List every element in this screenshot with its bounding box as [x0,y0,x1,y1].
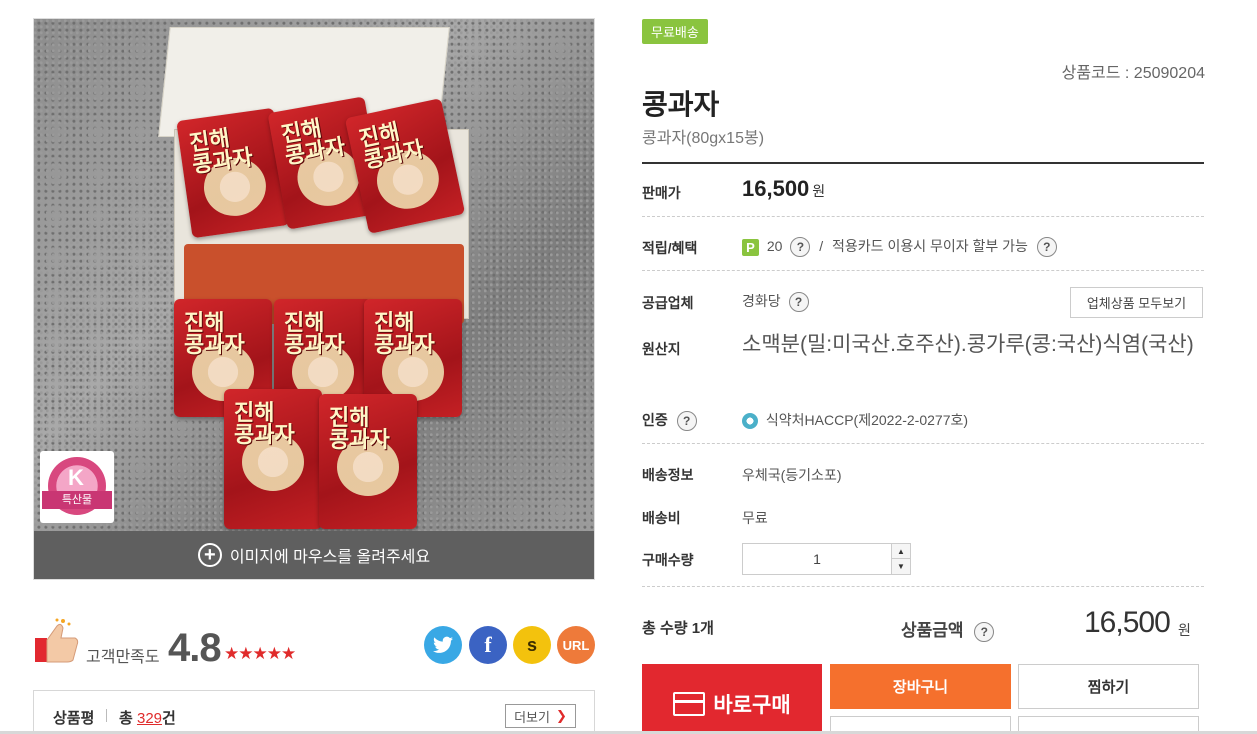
cert-value: 식약처HACCP(제2022-2-0277호) [742,410,968,430]
cert-label-text: 인증 [642,412,668,428]
review-divider [106,709,107,722]
row-divider [642,586,1204,587]
satisfaction-label: 고객만족도 [86,649,160,666]
buy-now-button[interactable]: 바로구매 [642,664,822,734]
price-label: 판매가 [642,185,681,201]
haccp-icon [742,413,758,430]
total-amount-label-text: 상품금액 [901,621,964,640]
price-value: 16,500 원 [742,176,825,202]
plus-circle-icon: + [197,543,222,567]
bag-title: 진해 콩과자 [184,311,245,358]
price-number: 16,500 [742,176,810,201]
qty-label: 구매수량 [642,552,694,568]
total-quantity: 총 수량 1개 [642,620,714,637]
hover-hint-text: 이미지에 마우스를 올려주세요 [229,549,431,566]
quantity-up-icon[interactable]: ▲ [891,544,910,559]
help-icon[interactable]: ? [788,292,809,313]
delivery-label: 배송정보 [642,467,694,483]
url-copy-button[interactable]: URL [557,626,595,664]
total-amount: 16,500 [1084,606,1171,639]
row-divider [642,216,1204,217]
product-subtitle: 콩과자(80gx15봉) [642,130,765,147]
total-currency: 원 [1178,622,1191,638]
quantity-down-icon[interactable]: ▼ [891,559,910,574]
review-total: 총 329건 [119,707,176,728]
bag-title: 진해 콩과자 [284,311,345,358]
review-title: 상품평 [53,710,95,727]
row-divider [642,443,1204,444]
bag-title: 진해 콩과자 [329,406,390,453]
review-more-button[interactable]: 더보기 ❯ [505,704,576,728]
fee-value: 무료 [742,510,768,526]
buy-now-label: 바로구매 [713,694,791,717]
bag-title: 진해 콩과자 [187,126,255,179]
help-icon[interactable]: ? [790,237,811,258]
bag-title: 진해 콩과자 [279,116,348,170]
row-divider [642,270,1204,271]
fee-label: 배송비 [642,510,681,526]
kakaostory-icon: s [526,634,537,655]
benefit-value: P 20 ? / 적용카드 이용시 무이자 할부 가능 ? [742,236,1057,258]
url-label: URL [562,637,590,653]
point-icon: P [742,238,759,256]
product-image-viewer[interactable]: 진해 콩과자 진해 콩과자 진해 콩과자 진해 콩과자 진해 콩과자 진해 콩과… [33,18,595,580]
wishlist-button[interactable]: 찜하기 [1018,664,1199,709]
product-code: 상품코드 : 25090204 [1061,65,1205,82]
photo-bag: 진해 콩과자 [224,389,322,529]
local-specialty-badge: K 특산물 [40,451,114,523]
benefit-text: 적용카드 이용시 무이자 할부 가능 [832,238,1028,254]
supplier-name: 경화당 [742,293,781,309]
supplier-label: 공급업체 [642,295,694,311]
benefit-separator: / [819,238,824,254]
facebook-icon: f [484,632,492,657]
customer-satisfaction: 고객만족도 4.8 ★★★★★ f s URL [33,610,595,670]
help-icon[interactable]: ? [676,411,697,432]
quantity-stepper[interactable]: 1 ▲ ▼ [742,543,911,575]
info-top-divider [642,162,1204,164]
cert-text: 식약처HACCP(제2022-2-0277호) [765,412,969,428]
card-icon [673,692,706,716]
satisfaction-score: 4.8 [168,626,222,670]
help-icon[interactable]: ? [1036,237,1057,258]
review-total-suffix: 건 [162,710,176,727]
review-summary: 상품평 총 329건 더보기 ❯ [33,690,595,734]
total-amount-label: 상품금액 ? [901,616,995,642]
chevron-right-icon: ❯ [555,708,567,723]
image-hover-hint-bar: + 이미지에 마우스를 올려주세요 [34,531,594,579]
twitter-share-button[interactable] [424,626,462,664]
add-to-cart-button[interactable]: 장바구니 [830,664,1011,709]
bag-title: 진해 콩과자 [357,119,427,175]
more-label: 더보기 [514,709,550,725]
delivery-value: 우체국(등기소포) [742,467,842,483]
benefit-label: 적립/혜택 [642,240,698,256]
quantity-input[interactable]: 1 [743,544,891,574]
review-total-prefix: 총 [119,710,133,727]
bag-title: 진해 콩과자 [374,311,435,358]
cert-label: 인증 ? [642,410,697,432]
price-currency: 원 [812,183,826,199]
twitter-bird-icon [433,636,453,653]
origin-label: 원산지 [642,341,681,357]
bag-title: 진해 콩과자 [234,401,295,448]
photo-bag: 진해 콩과자 [319,394,417,529]
review-count[interactable]: 329 [137,710,162,727]
kakaostory-share-button[interactable]: s [513,626,551,664]
badge-ribbon: 특산물 [42,491,112,509]
rating-stars: ★★★★★ [224,644,296,663]
product-title: 콩과자 [642,89,720,120]
point-amount: 20 [766,238,783,254]
origin-value: 소맥분(밀:미국산.호주산).콩가루(콩:국산)식염(국산) [742,333,1194,356]
free-shipping-badge: 무료배송 [642,19,708,44]
supplier-products-button[interactable]: 업체상품 모두보기 [1070,287,1203,318]
badge-letter: K [68,465,84,490]
thumbs-up-icon [35,618,79,663]
help-icon[interactable]: ? [974,621,995,642]
supplier-value: 경화당 ? [742,291,809,313]
facebook-share-button[interactable]: f [469,626,507,664]
product-photo[interactable]: 진해 콩과자 진해 콩과자 진해 콩과자 진해 콩과자 진해 콩과자 진해 콩과… [34,19,594,531]
